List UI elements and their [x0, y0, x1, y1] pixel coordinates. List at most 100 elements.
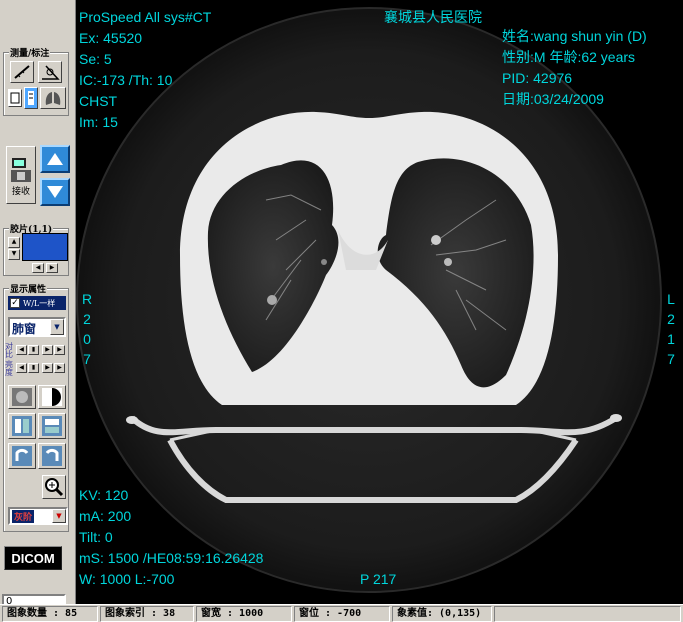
- scanner-info: ProSpeed All sys#CT: [79, 9, 212, 25]
- brightness-slider-end[interactable]: ▶: [54, 363, 65, 373]
- ruler-tool-button[interactable]: [10, 61, 34, 83]
- angle-tool-button[interactable]: [38, 61, 62, 83]
- top-right-info: 姓名:wang shun yin (D) 性别:M 年龄:62 years PI…: [502, 26, 647, 110]
- color-map-select[interactable]: 灰阶 ▼: [8, 507, 68, 525]
- same-wl-row[interactable]: ✓ W/L一样: [8, 296, 66, 310]
- rectangle-icon: [10, 92, 20, 104]
- rotate-left-button[interactable]: [8, 443, 36, 469]
- contrast-slider-right[interactable]: ▶: [42, 345, 53, 355]
- rotate-left-icon: [12, 446, 32, 466]
- measure-group-title: 测量/标注: [9, 46, 51, 59]
- status-window-width: 窗宽 : 1000: [196, 606, 292, 622]
- film-left-button[interactable]: ◀: [32, 263, 44, 273]
- rotate-right-button[interactable]: [38, 443, 66, 469]
- status-image-index: 图象索引 : 38: [100, 606, 194, 622]
- film-right-button[interactable]: ▶: [46, 263, 58, 273]
- same-wl-checkbox[interactable]: ✓: [10, 298, 20, 308]
- dicom-viewer-app: 测量/标注 接收 胶片(1,1) ▲ ▼ ◀ ▶ 显示属性 ✓ W/L一样 肺窗…: [0, 0, 683, 622]
- ruler-icon: [14, 65, 30, 79]
- orient-r-digit1: 2: [83, 311, 91, 327]
- patient-id: PID: 42976: [502, 70, 573, 86]
- zoom-button[interactable]: [42, 475, 66, 499]
- lung-icon: [45, 92, 61, 105]
- image-number: Im: 15: [79, 114, 118, 130]
- arrow-up-icon: [47, 153, 63, 165]
- brightness-label: 亮度: [5, 360, 13, 377]
- dicom-label: DICOM: [11, 550, 55, 566]
- contrast-slider-left[interactable]: ◀: [16, 345, 27, 355]
- text-annotation-button[interactable]: [24, 87, 38, 109]
- right-orientation: L 2 1 7: [665, 289, 677, 369]
- window-level-value: W: 1000 L:-700: [79, 571, 175, 587]
- top-left-info: ProSpeed All sys#CT Ex: 45520 Se: 5 IC:-…: [79, 7, 211, 133]
- hospital-name: 襄城县人民医院: [384, 9, 482, 25]
- display-group-title: 显示属性: [9, 282, 48, 295]
- rect-roi-tool-button[interactable]: [8, 89, 22, 107]
- orient-r-digit2: 0: [83, 331, 91, 347]
- left-orientation: R 2 0 7: [81, 289, 93, 369]
- reset-view-button[interactable]: [8, 385, 36, 409]
- orient-l-digit3: 7: [667, 351, 675, 367]
- chevron-down-icon[interactable]: ▼: [50, 319, 64, 335]
- status-window-level: 窗位 : -700: [294, 606, 390, 622]
- magnifier-icon: [45, 478, 64, 497]
- reset-icon: [12, 388, 32, 406]
- ms-time-value: mS: 1500 /HE08:59:16.26428: [79, 550, 264, 566]
- previous-image-button[interactable]: [40, 145, 70, 173]
- invert-icon: [42, 388, 62, 406]
- receive-icon: [11, 157, 31, 182]
- bottom-left-info: KV: 120 mA: 200 Tilt: 0 mS: 1500 /HE08:5…: [79, 485, 263, 590]
- status-pixel-value: 象素值: (0,135): [392, 606, 492, 622]
- receive-button[interactable]: 接收: [6, 146, 36, 204]
- tilt-value: Tilt: 0: [79, 529, 113, 545]
- orient-r: R: [81, 291, 93, 307]
- brightness-slider-right[interactable]: ▶: [42, 363, 53, 373]
- rotate-right-icon: [42, 446, 62, 466]
- color-map-value: 灰阶: [12, 510, 35, 523]
- next-image-button[interactable]: [40, 178, 70, 206]
- film-group: 胶片(1,1) ▲ ▼ ◀ ▶: [3, 222, 69, 276]
- invert-button[interactable]: [38, 385, 66, 409]
- status-bar: 图象数量 : 85 图象索引 : 38 窗宽 : 1000 窗位 : -700 …: [0, 604, 683, 622]
- same-wl-label: W/L一样: [23, 298, 56, 308]
- orient-l-digit2: 1: [667, 331, 675, 347]
- status-empty-panel: [494, 606, 681, 622]
- ma-value: mA: 200: [79, 508, 132, 524]
- flip-vertical-button[interactable]: [38, 413, 66, 439]
- orient-l: L: [667, 291, 675, 307]
- brightness-slider-left[interactable]: ◀: [16, 363, 27, 373]
- lung-view-button[interactable]: [40, 87, 66, 109]
- orient-l-digit1: 2: [667, 311, 675, 327]
- body-part: CHST: [79, 93, 118, 109]
- brightness-slider-mid[interactable]: ▮: [28, 363, 39, 373]
- contrast-slider-mid[interactable]: ▮: [28, 345, 39, 355]
- flip-horizontal-button[interactable]: [8, 413, 36, 439]
- study-date: 日期:03/24/2009: [502, 91, 604, 107]
- chevron-down-icon[interactable]: ▼: [52, 509, 66, 523]
- orient-r-digit3: 7: [83, 351, 91, 367]
- window-preset-select[interactable]: 肺窗 ▼: [8, 317, 66, 337]
- angle-icon: [42, 65, 60, 80]
- dicom-button[interactable]: DICOM: [4, 546, 62, 570]
- measure-group: 测量/标注: [3, 46, 69, 116]
- status-image-count: 图象数量 : 85: [2, 606, 98, 622]
- flip-horizontal-icon: [12, 416, 32, 436]
- flip-vertical-icon: [42, 416, 62, 436]
- contrast-slider-end[interactable]: ▶: [54, 345, 65, 355]
- arrow-down-icon: [47, 186, 63, 198]
- film-down-button[interactable]: ▼: [8, 249, 20, 260]
- film-layout-cell[interactable]: [22, 233, 68, 261]
- patient-name: 姓名:wang shun yin (D): [502, 28, 647, 44]
- contrast-label: 对比: [5, 342, 13, 359]
- film-up-button[interactable]: ▲: [8, 237, 20, 248]
- kv-value: KV: 120: [79, 487, 129, 503]
- series-number: Se: 5: [79, 51, 112, 67]
- tool-panel: 测量/标注 接收 胶片(1,1) ▲ ▼ ◀ ▶ 显示属性 ✓ W/L一样 肺窗…: [0, 0, 76, 604]
- display-group: 显示属性 ✓ W/L一样 肺窗 ▼ 对比 亮度 ◀ ▮ ▶ ▶ ◀ ▮ ▶ ▶: [3, 282, 69, 532]
- receive-label: 接收: [11, 186, 30, 197]
- image-viewport[interactable]: ProSpeed All sys#CT Ex: 45520 Se: 5 IC:-…: [76, 0, 683, 604]
- window-preset-value: 肺窗: [12, 322, 37, 336]
- patient-sex-age: 性别:M 年龄:62 years: [502, 49, 636, 65]
- ic-thickness: IC:-173 /Th: 10: [79, 72, 173, 88]
- position-value: P 217: [360, 571, 397, 587]
